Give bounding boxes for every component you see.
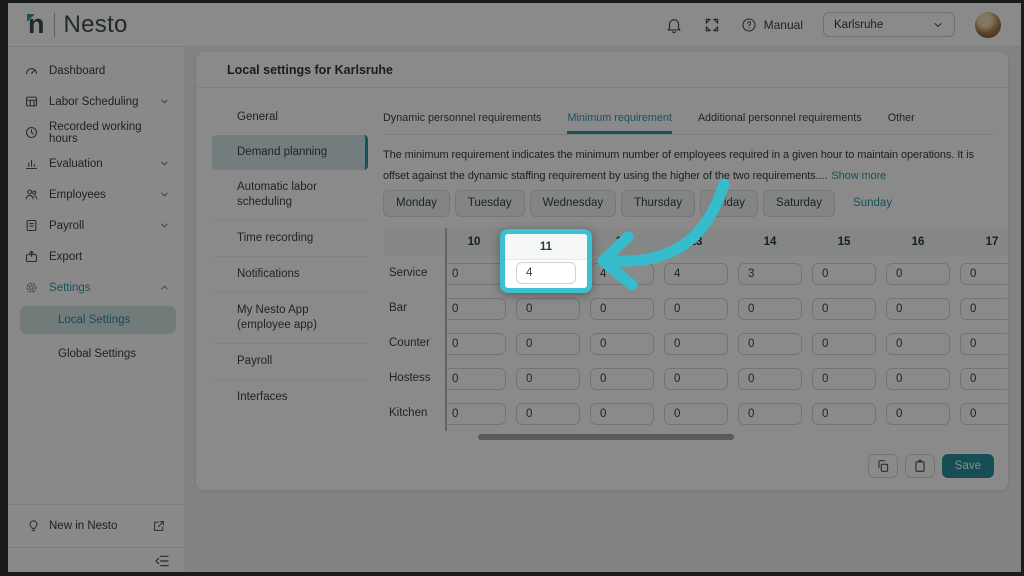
highlighted-input[interactable]: 4 — [516, 262, 576, 284]
screenshot-frame: n Nesto Manual Karlsruhe — [0, 0, 1024, 576]
highlighted-cell: 11 4 — [500, 229, 592, 293]
app-window: n Nesto Manual Karlsruhe — [8, 3, 1021, 572]
highlighted-column-header: 11 — [505, 234, 587, 260]
